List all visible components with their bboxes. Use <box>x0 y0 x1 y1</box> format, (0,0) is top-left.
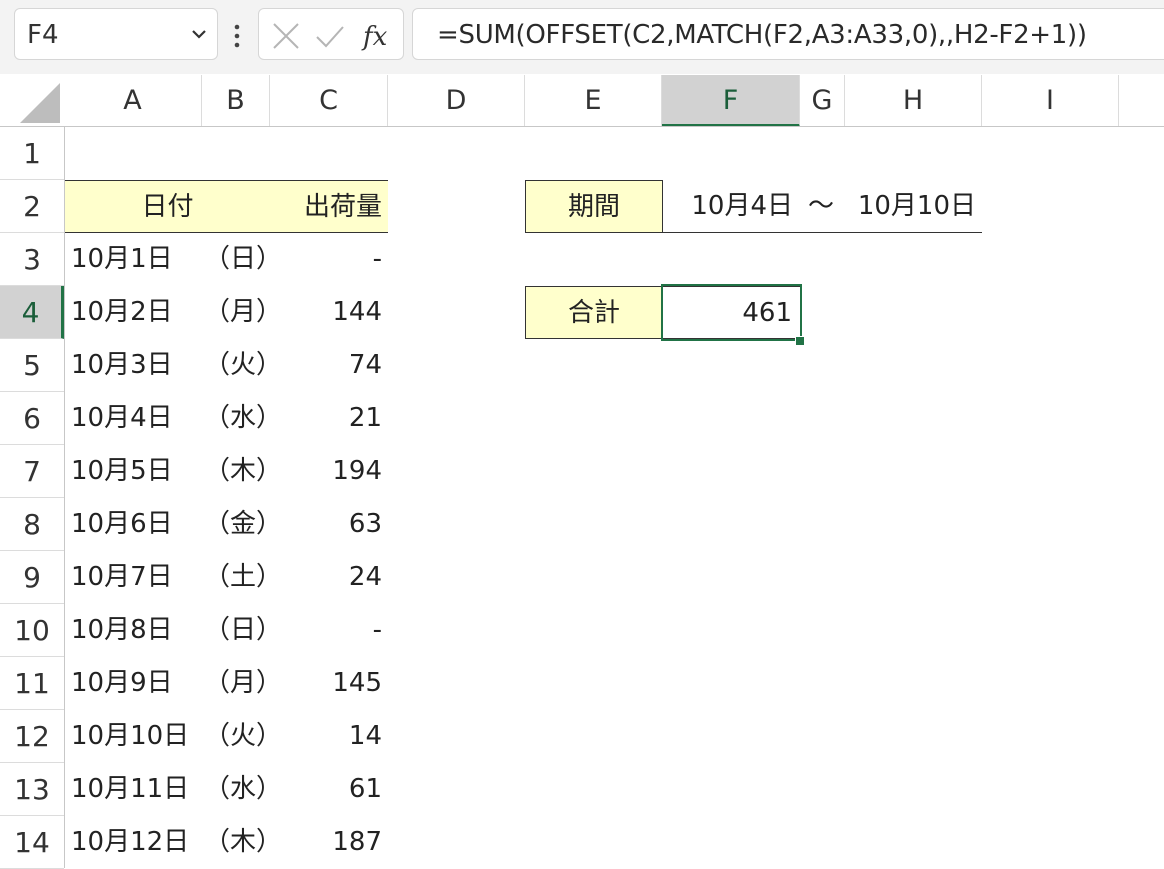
header-quantity[interactable]: 出荷量 <box>270 180 388 233</box>
formula-buttons: fx <box>258 8 404 60</box>
period-end: 10月10日 <box>857 191 976 221</box>
formula-bar: F4 fx =SUM(OFFSET(C2,MATCH(F2,A3:A33,0),… <box>0 0 1164 74</box>
cell-b12[interactable]: （火） <box>202 710 282 763</box>
cell-c6[interactable]: 21 <box>270 392 388 445</box>
row-header-11[interactable]: 11 <box>0 657 64 710</box>
column-header-f[interactable]: F <box>662 75 800 127</box>
cell-a5[interactable]: 10月3日 <box>65 339 202 392</box>
row-header-10[interactable]: 10 <box>0 604 64 657</box>
cell-a8[interactable]: 10月6日 <box>65 498 202 551</box>
total-label[interactable]: 合計 <box>525 286 663 339</box>
cell-b6[interactable]: （水） <box>202 392 282 445</box>
name-box[interactable]: F4 <box>14 8 218 60</box>
cell-c10[interactable]: - <box>270 604 388 657</box>
column-header-b[interactable]: B <box>202 75 270 127</box>
cell-b11[interactable]: （月） <box>202 657 282 710</box>
formula-input[interactable]: =SUM(OFFSET(C2,MATCH(F2,A3:A33,0),,H2-F2… <box>412 8 1164 60</box>
cell-b14[interactable]: （木） <box>202 816 282 869</box>
cell-b9[interactable]: （土） <box>202 551 282 604</box>
chevron-down-icon[interactable] <box>191 26 207 42</box>
row-header-4[interactable]: 4 <box>0 286 64 339</box>
period-label[interactable]: 期間 <box>525 180 663 233</box>
row-header-12[interactable]: 12 <box>0 710 64 763</box>
cell-a4[interactable]: 10月2日 <box>65 286 202 339</box>
column-header-c[interactable]: C <box>270 75 388 127</box>
row-header-1[interactable]: 1 <box>0 127 64 180</box>
column-header-g[interactable]: G <box>800 75 845 127</box>
svg-text:fx: fx <box>361 22 388 51</box>
cell-b10[interactable]: （日） <box>202 604 282 657</box>
select-all-corner[interactable] <box>0 75 64 127</box>
header-divider <box>0 126 1164 127</box>
column-header-a[interactable]: A <box>64 75 202 127</box>
period-range[interactable]: 10月4日 ～ 10月10日 <box>663 180 982 233</box>
cell-a6[interactable]: 10月4日 <box>65 392 202 445</box>
cell-a12[interactable]: 10月10日 <box>65 710 202 763</box>
column-header-j[interactable] <box>1119 75 1164 127</box>
more-options-icon[interactable] <box>230 22 244 50</box>
cell-a9[interactable]: 10月7日 <box>65 551 202 604</box>
cell-a14[interactable]: 10月12日 <box>65 816 202 869</box>
cell-c13[interactable]: 61 <box>270 763 388 816</box>
period-start: 10月4日 <box>691 191 793 221</box>
insert-function-icon[interactable]: fx <box>361 21 391 51</box>
cell-c8[interactable]: 63 <box>270 498 388 551</box>
fill-handle[interactable] <box>795 336 805 346</box>
row-header-6[interactable]: 6 <box>0 392 64 445</box>
row-header-8[interactable]: 8 <box>0 498 64 551</box>
cell-a3[interactable]: 10月1日 <box>65 233 202 286</box>
active-cell-selection <box>661 284 802 341</box>
confirm-icon[interactable] <box>315 21 345 51</box>
column-header-i[interactable]: I <box>982 75 1119 127</box>
cell-a11[interactable]: 10月9日 <box>65 657 202 710</box>
row-header-3[interactable]: 3 <box>0 233 64 286</box>
row-header-13[interactable]: 13 <box>0 763 64 816</box>
row-header-2[interactable]: 2 <box>0 180 64 233</box>
period-separator: ～ <box>808 191 835 221</box>
cell-c4[interactable]: 144 <box>270 286 388 339</box>
cell-c12[interactable]: 14 <box>270 710 388 763</box>
cell-b13[interactable]: （水） <box>202 763 282 816</box>
row-header-14[interactable]: 14 <box>0 816 64 869</box>
cell-b4[interactable]: （月） <box>202 286 282 339</box>
spreadsheet-grid: A B C D E F G H I 1 2 3 4 5 6 7 8 9 10 1… <box>0 75 1164 869</box>
cancel-icon[interactable] <box>271 21 301 51</box>
cell-b3[interactable]: （日） <box>202 233 282 286</box>
cell-c5[interactable]: 74 <box>270 339 388 392</box>
column-header-d[interactable]: D <box>388 75 525 127</box>
cell-c11[interactable]: 145 <box>270 657 388 710</box>
row-header-7[interactable]: 7 <box>0 445 64 498</box>
column-header-h[interactable]: H <box>845 75 982 127</box>
cell-c14[interactable]: 187 <box>270 816 388 869</box>
cell-b7[interactable]: （木） <box>202 445 282 498</box>
name-box-value: F4 <box>27 20 59 50</box>
formula-text: =SUM(OFFSET(C2,MATCH(F2,A3:A33,0),,H2-F2… <box>437 20 1087 50</box>
cell-c3[interactable]: - <box>270 233 388 286</box>
column-header-e[interactable]: E <box>525 75 662 127</box>
header-date[interactable]: 日付 <box>65 180 270 233</box>
cell-c9[interactable]: 24 <box>270 551 388 604</box>
cell-c7[interactable]: 194 <box>270 445 388 498</box>
row-header-5[interactable]: 5 <box>0 339 64 392</box>
cell-b5[interactable]: （火） <box>202 339 282 392</box>
cell-a7[interactable]: 10月5日 <box>65 445 202 498</box>
row-header-9[interactable]: 9 <box>0 551 64 604</box>
cell-a10[interactable]: 10月8日 <box>65 604 202 657</box>
cell-a13[interactable]: 10月11日 <box>65 763 202 816</box>
cell-b8[interactable]: （金） <box>202 498 282 551</box>
